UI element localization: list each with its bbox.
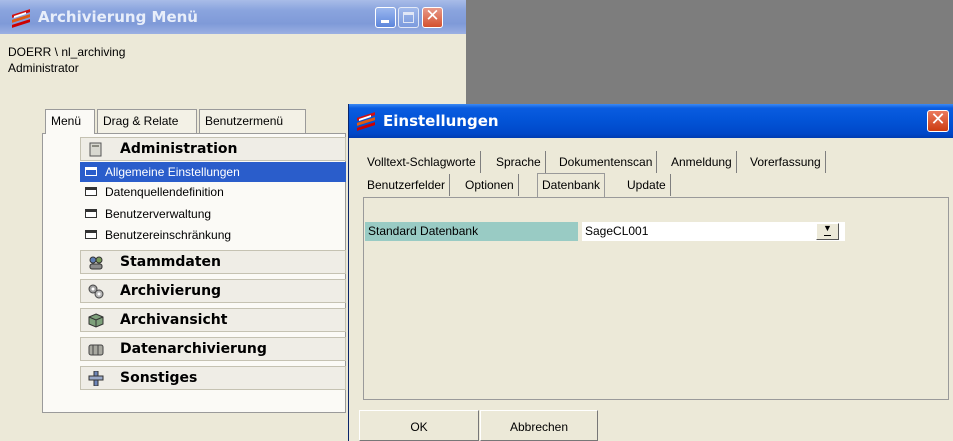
dropdown-button[interactable]: ▼ xyxy=(816,223,839,240)
section-label: Datenarchivierung xyxy=(120,341,267,357)
tab-sprache[interactable]: Sprache xyxy=(492,151,546,173)
section-label: Archivansicht xyxy=(120,312,228,328)
tab-drag-relate[interactable]: Drag & Relate xyxy=(97,109,197,133)
window-icon xyxy=(85,187,97,196)
menu-item-allgemeine-einstellungen[interactable]: Allgemeine Einstellungen xyxy=(80,162,346,182)
people-icon xyxy=(88,255,104,270)
window-icon xyxy=(85,209,97,218)
cancel-button[interactable]: Abbrechen xyxy=(480,410,598,441)
current-user: DOERR \ nl_archiving xyxy=(8,45,126,59)
maximize-button[interactable] xyxy=(398,7,419,28)
settings-window-title: Einstellungen xyxy=(383,112,499,130)
section-label: Administration xyxy=(120,141,238,157)
close-icon: ✕ xyxy=(425,6,440,26)
window-icon xyxy=(85,230,97,239)
settings-window-titlebar[interactable]: Einstellungen ✕ xyxy=(349,104,953,138)
tab-menu[interactable]: Menü xyxy=(45,109,95,134)
tab-datenbank[interactable]: Datenbank xyxy=(537,173,606,197)
minimize-button[interactable] xyxy=(375,7,396,28)
tab-benutzerfelder[interactable]: Benutzerfelder xyxy=(363,174,451,196)
section-label: Sonstiges xyxy=(120,370,198,386)
gears-icon xyxy=(88,284,104,299)
menu-item-label: Allgemeine Einstellungen xyxy=(105,165,240,179)
section-datenarchivierung[interactable]: Datenarchivierung xyxy=(80,337,346,361)
tools-icon xyxy=(88,370,104,387)
app-logo-icon xyxy=(355,112,377,131)
folder-icon xyxy=(88,142,104,157)
standard-datenbank-select[interactable]: SageCL001 xyxy=(582,222,845,241)
section-archivansicht[interactable]: Archivansicht xyxy=(80,308,346,332)
section-stammdaten[interactable]: Stammdaten xyxy=(80,250,346,274)
close-button[interactable]: ✕ xyxy=(422,6,443,28)
menu-item-label: Benutzerverwaltung xyxy=(105,207,212,221)
menu-window-titlebar[interactable]: Archivierung Menü ✕ xyxy=(0,0,466,34)
section-administration[interactable]: Administration xyxy=(80,137,346,161)
section-label: Archivierung xyxy=(120,283,222,299)
maximize-icon xyxy=(403,12,414,23)
cube-icon xyxy=(88,313,104,328)
app-logo-icon xyxy=(10,9,32,28)
ok-button[interactable]: OK xyxy=(359,410,479,441)
minimize-icon xyxy=(381,20,389,23)
window-icon xyxy=(85,167,97,176)
menu-item-label: Benutzereinschränkung xyxy=(105,228,232,242)
section-label: Stammdaten xyxy=(120,254,222,270)
tab-anmeldung[interactable]: Anmeldung xyxy=(667,151,737,173)
tab-dokumentenscan[interactable]: Dokumentenscan xyxy=(555,151,658,173)
menu-item-label: Datenquellendefinition xyxy=(105,185,224,199)
tab-volltext-schlagworte[interactable]: Volltext-Schlagworte xyxy=(363,151,481,173)
menu-item-benutzerverwaltung[interactable]: Benutzerverwaltung xyxy=(80,204,346,224)
settings-window: Einstellungen ✕ Volltext-Schlagworte Spr… xyxy=(348,104,953,441)
tab-vorerfassung[interactable]: Vorerfassung xyxy=(746,151,826,173)
tab-optionen[interactable]: Optionen xyxy=(461,174,519,196)
menu-window-title: Archivierung Menü xyxy=(38,8,198,26)
current-role: Administrator xyxy=(8,61,79,75)
settings-close-button[interactable]: ✕ xyxy=(927,109,949,132)
tab-update[interactable]: Update xyxy=(623,174,671,196)
section-archivierung[interactable]: Archivierung xyxy=(80,279,346,303)
close-icon: ✕ xyxy=(930,109,946,130)
menu-item-datenquellendefinition[interactable]: Datenquellendefinition xyxy=(80,182,346,202)
storage-icon xyxy=(88,342,104,357)
menu-item-benutzereinschraenkung[interactable]: Benutzereinschränkung xyxy=(80,225,346,245)
section-sonstiges[interactable]: Sonstiges xyxy=(80,366,346,390)
tab-benutzermenue[interactable]: Benutzermenü xyxy=(199,109,306,133)
chevron-down-icon: ▼ xyxy=(817,223,838,236)
standard-datenbank-label: Standard Datenbank xyxy=(365,222,578,241)
